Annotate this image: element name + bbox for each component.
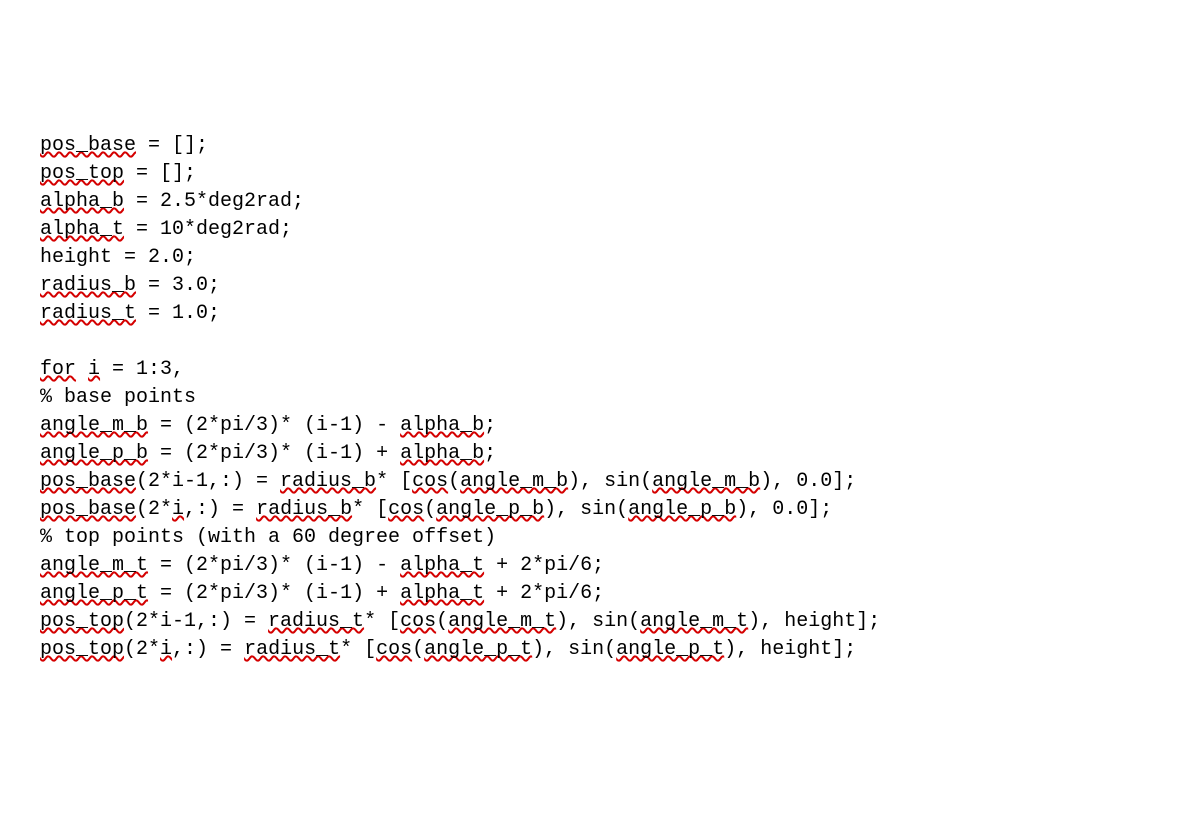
spellcheck-underline: angle_p_t bbox=[40, 582, 148, 605]
code-text: % base points bbox=[40, 386, 196, 409]
code-text: = (2*pi/3)* (i-1) - bbox=[148, 554, 400, 577]
code-text: = (2*pi/3)* (i-1) + bbox=[148, 582, 400, 605]
spellcheck-underline: radius_t bbox=[268, 610, 364, 633]
code-text: ), sin( bbox=[532, 638, 616, 661]
code-text: ), sin( bbox=[556, 610, 640, 633]
code-text: ), sin( bbox=[568, 470, 652, 493]
code-text: ; bbox=[484, 442, 496, 465]
spellcheck-underline: angle_m_b bbox=[652, 470, 760, 493]
code-line-0: pos_base = []; bbox=[40, 132, 1160, 160]
spellcheck-underline: angle_m_t bbox=[40, 554, 148, 577]
code-text: + 2*pi/6; bbox=[484, 554, 604, 577]
code-text: % top points (with a 60 degree offset) bbox=[40, 526, 496, 549]
code-line-14: % top points (with a 60 degree offset) bbox=[40, 524, 1160, 552]
code-text: ), 0.0]; bbox=[736, 498, 832, 521]
code-line-11: angle_p_b = (2*pi/3)* (i-1) + alpha_b; bbox=[40, 440, 1160, 468]
code-text: ( bbox=[412, 638, 424, 661]
spellcheck-underline: alpha_b bbox=[400, 414, 484, 437]
spellcheck-underline: angle_p_b bbox=[40, 442, 148, 465]
code-text: = []; bbox=[136, 134, 208, 157]
spellcheck-underline: pos_base bbox=[40, 498, 136, 521]
spellcheck-underline: cos bbox=[400, 610, 436, 633]
code-text: ( bbox=[448, 470, 460, 493]
spellcheck-underline: i bbox=[172, 498, 184, 521]
code-line-6: radius_t = 1.0; bbox=[40, 300, 1160, 328]
spellcheck-underline: angle_m_t bbox=[640, 610, 748, 633]
code-line-3: alpha_t = 10*deg2rad; bbox=[40, 216, 1160, 244]
spellcheck-underline: angle_p_t bbox=[616, 638, 724, 661]
spellcheck-underline: i bbox=[160, 638, 172, 661]
code-text: = (2*pi/3)* (i-1) - bbox=[148, 414, 400, 437]
spellcheck-underline: for bbox=[40, 358, 76, 381]
spellcheck-underline: radius_b bbox=[280, 470, 376, 493]
code-block: pos_base = [];pos_top = [];alpha_b = 2.5… bbox=[40, 132, 1160, 664]
spellcheck-underline: pos_top bbox=[40, 162, 124, 185]
spellcheck-underline: radius_t bbox=[244, 638, 340, 661]
code-line-5: radius_b = 3.0; bbox=[40, 272, 1160, 300]
code-text: ( bbox=[424, 498, 436, 521]
spellcheck-underline: alpha_t bbox=[400, 554, 484, 577]
code-line-17: pos_top(2*i-1,:) = radius_t* [cos(angle_… bbox=[40, 608, 1160, 636]
code-text: * [ bbox=[364, 610, 400, 633]
code-text bbox=[76, 358, 88, 381]
spellcheck-underline: angle_m_b bbox=[40, 414, 148, 437]
spellcheck-underline: pos_top bbox=[40, 638, 124, 661]
code-text: ; bbox=[484, 414, 496, 437]
spellcheck-underline: pos_base bbox=[40, 134, 136, 157]
code-line-12: pos_base(2*i-1,:) = radius_b* [cos(angle… bbox=[40, 468, 1160, 496]
code-text: ,:) = bbox=[184, 498, 256, 521]
spellcheck-underline: cos bbox=[388, 498, 424, 521]
code-line-15: angle_m_t = (2*pi/3)* (i-1) - alpha_t + … bbox=[40, 552, 1160, 580]
code-text: = (2*pi/3)* (i-1) + bbox=[148, 442, 400, 465]
code-line-16: angle_p_t = (2*pi/3)* (i-1) + alpha_t + … bbox=[40, 580, 1160, 608]
code-text: ), height]; bbox=[748, 610, 880, 633]
code-text: + 2*pi/6; bbox=[484, 582, 604, 605]
code-text: ,:) = bbox=[172, 638, 244, 661]
code-line-18: pos_top(2*i,:) = radius_t* [cos(angle_p_… bbox=[40, 636, 1160, 664]
spellcheck-underline: angle_m_b bbox=[460, 470, 568, 493]
code-line-4: height = 2.0; bbox=[40, 244, 1160, 272]
spellcheck-underline: alpha_b bbox=[40, 190, 124, 213]
code-text: * [ bbox=[376, 470, 412, 493]
spellcheck-underline: radius_t bbox=[40, 302, 136, 325]
code-text: ( bbox=[436, 610, 448, 633]
code-text: = 1:3, bbox=[100, 358, 184, 381]
spellcheck-underline: angle_p_t bbox=[424, 638, 532, 661]
spellcheck-underline: pos_top bbox=[40, 610, 124, 633]
spellcheck-underline: cos bbox=[376, 638, 412, 661]
code-text: (2*i-1,:) = bbox=[136, 470, 280, 493]
spellcheck-underline: radius_b bbox=[40, 274, 136, 297]
code-text: = 10*deg2rad; bbox=[124, 218, 292, 241]
spellcheck-underline: alpha_t bbox=[400, 582, 484, 605]
spellcheck-underline: angle_p_b bbox=[628, 498, 736, 521]
code-line-10: angle_m_b = (2*pi/3)* (i-1) - alpha_b; bbox=[40, 412, 1160, 440]
code-line-8: for i = 1:3, bbox=[40, 356, 1160, 384]
spellcheck-underline: alpha_b bbox=[400, 442, 484, 465]
code-line-2: alpha_b = 2.5*deg2rad; bbox=[40, 188, 1160, 216]
code-text: * [ bbox=[340, 638, 376, 661]
code-text: ), sin( bbox=[544, 498, 628, 521]
code-line-1: pos_top = []; bbox=[40, 160, 1160, 188]
code-text: = []; bbox=[124, 162, 196, 185]
code-text: = 1.0; bbox=[136, 302, 220, 325]
spellcheck-underline: cos bbox=[412, 470, 448, 493]
code-text: (2* bbox=[124, 638, 160, 661]
code-text: (2* bbox=[136, 498, 172, 521]
spellcheck-underline: angle_p_b bbox=[436, 498, 544, 521]
code-text: = 2.5*deg2rad; bbox=[124, 190, 304, 213]
spellcheck-underline: pos_base bbox=[40, 470, 136, 493]
spellcheck-underline: angle_m_t bbox=[448, 610, 556, 633]
code-text: = 3.0; bbox=[136, 274, 220, 297]
code-text: (2*i-1,:) = bbox=[124, 610, 268, 633]
code-text: * [ bbox=[352, 498, 388, 521]
code-line-7 bbox=[40, 328, 1160, 356]
code-text: ), 0.0]; bbox=[760, 470, 856, 493]
spellcheck-underline: i bbox=[88, 358, 100, 381]
code-line-9: % base points bbox=[40, 384, 1160, 412]
spellcheck-underline: alpha_t bbox=[40, 218, 124, 241]
spellcheck-underline: radius_b bbox=[256, 498, 352, 521]
code-line-13: pos_base(2*i,:) = radius_b* [cos(angle_p… bbox=[40, 496, 1160, 524]
code-text: height = 2.0; bbox=[40, 246, 196, 269]
code-text: ), height]; bbox=[724, 638, 856, 661]
